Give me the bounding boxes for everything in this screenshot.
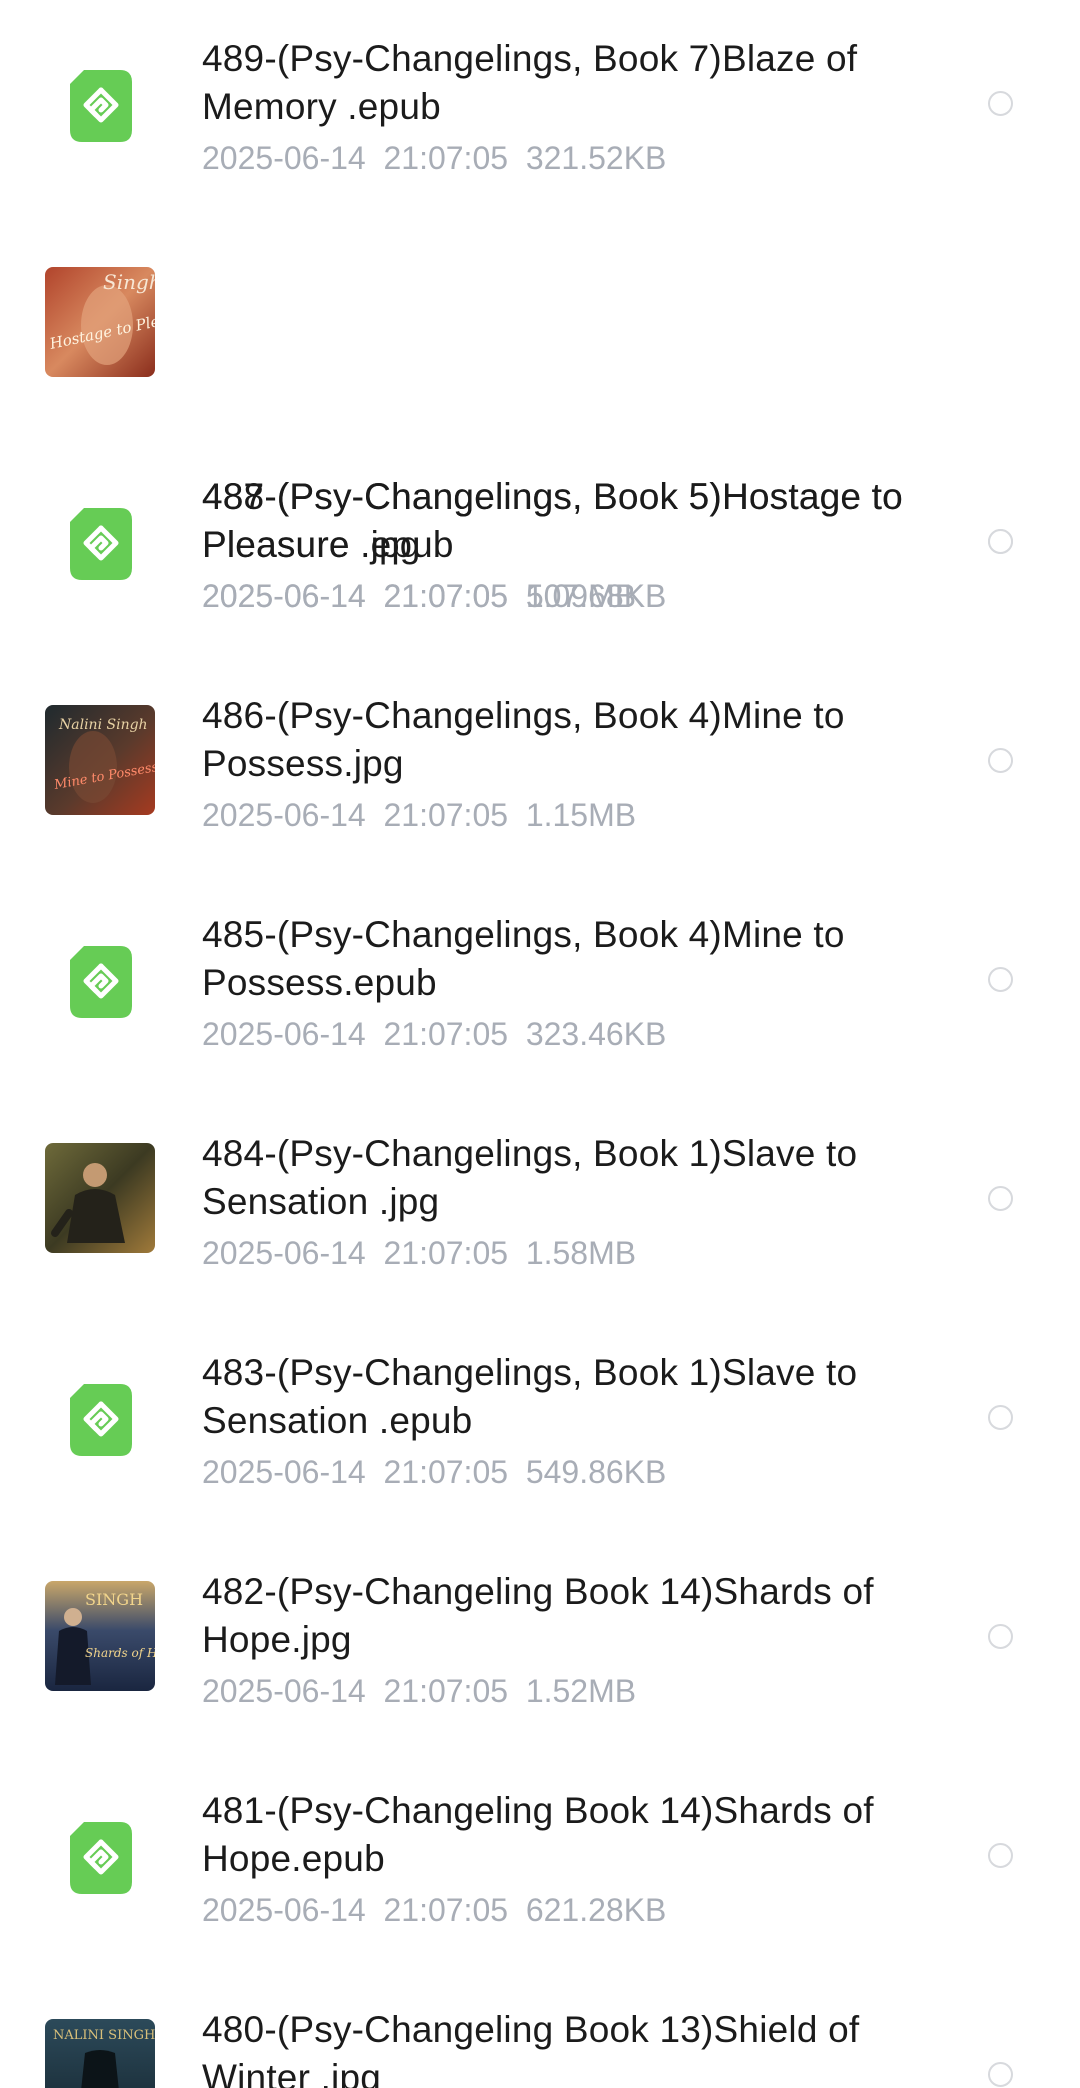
file-row[interactable]: Singh Hostage to Pleasure 488-(Psy-Chang… bbox=[0, 219, 1080, 614]
file-time: 21:07:05 bbox=[383, 1235, 509, 1271]
epub-icon bbox=[70, 70, 132, 142]
file-date: 2025-06-14 bbox=[202, 578, 366, 614]
file-date: 2025-06-14 bbox=[202, 1454, 366, 1490]
cover-author-text: Nalini Singh bbox=[58, 717, 148, 733]
file-time: 21:07:05 bbox=[383, 140, 509, 176]
file-list: 489-(Psy-Changelings, Book 7)Blaze of Me… bbox=[0, 0, 1080, 2088]
file-time: 21:07:05 bbox=[383, 1892, 509, 1928]
file-name: 484-(Psy-Changelings, Book 1)Slave to Se… bbox=[202, 1133, 858, 1222]
file-size: 621.28KB bbox=[525, 1892, 667, 1928]
select-radio[interactable] bbox=[988, 1186, 1013, 1211]
file-name: 482-(Psy-Changeling Book 14)Shards of Ho… bbox=[202, 1571, 874, 1660]
file-row[interactable]: 489-(Psy-Changelings, Book 7)Blaze of Me… bbox=[0, 0, 1080, 219]
file-time: 21:07:05 bbox=[383, 1673, 509, 1709]
file-meta: 2025-06-14 21:07:05 1.52MB bbox=[202, 1671, 636, 1711]
file-time: 21:07:05 bbox=[383, 1016, 509, 1052]
image-thumbnail: Nalini Singh Mine to Possess bbox=[45, 705, 155, 815]
epub-icon bbox=[70, 1822, 132, 1894]
file-size: 507.68KB bbox=[525, 578, 667, 614]
cover-author-text: Singh bbox=[103, 270, 155, 294]
file-meta: 2025-06-14 21:07:05 621.28KB bbox=[202, 1890, 666, 1930]
epub-icon bbox=[70, 508, 132, 580]
image-thumbnail: NALINI SINGH bbox=[45, 2019, 155, 2088]
file-date: 2025-06-14 bbox=[202, 1016, 366, 1052]
select-radio[interactable] bbox=[988, 1624, 1013, 1649]
file-name: 489-(Psy-Changelings, Book 7)Blaze of Me… bbox=[202, 38, 858, 127]
select-radio[interactable] bbox=[988, 529, 1013, 554]
file-meta: 2025-06-14 21:07:05 1.15MB bbox=[202, 795, 636, 835]
file-date: 2025-06-14 bbox=[202, 1673, 366, 1709]
file-size: 321.52KB bbox=[525, 140, 667, 176]
file-row[interactable]: Nalini Singh Mine to Possess 486-(Psy-Ch… bbox=[0, 657, 1080, 876]
select-radio[interactable] bbox=[988, 1843, 1013, 1868]
file-date: 2025-06-14 bbox=[202, 1892, 366, 1928]
file-date: 2025-06-14 bbox=[202, 1235, 366, 1271]
file-size: 323.46KB bbox=[525, 1016, 667, 1052]
file-name: 483-(Psy-Changelings, Book 1)Slave to Se… bbox=[202, 1352, 858, 1441]
file-time: 21:07:05 bbox=[383, 797, 509, 833]
file-date: 2025-06-14 bbox=[202, 797, 366, 833]
file-row[interactable]: 487-(Psy-Changelings, Book 5)Hostage to … bbox=[0, 438, 1080, 657]
select-radio[interactable] bbox=[988, 2062, 1013, 2087]
file-row[interactable]: 481-(Psy-Changeling Book 14)Shards of Ho… bbox=[0, 1752, 1080, 1971]
cover-author-text: SINGH bbox=[85, 1590, 143, 1609]
file-meta: 2025-06-14 21:07:05 549.86KB bbox=[202, 1452, 666, 1492]
cover-author-text: NALINI SINGH bbox=[53, 2028, 155, 2043]
file-meta: 2025-06-14 21:07:05 321.52KB bbox=[202, 138, 666, 178]
image-thumbnail: Singh Hostage to Pleasure bbox=[45, 267, 155, 377]
file-row[interactable]: 483-(Psy-Changelings, Book 1)Slave to Se… bbox=[0, 1314, 1080, 1533]
image-thumbnail: SINGH Shards of Hope bbox=[45, 1581, 155, 1691]
select-radio[interactable] bbox=[988, 748, 1013, 773]
file-time: 21:07:05 bbox=[383, 1454, 509, 1490]
file-name: 487-(Psy-Changelings, Book 5)Hostage to … bbox=[202, 476, 903, 565]
file-name: 486-(Psy-Changelings, Book 4)Mine to Pos… bbox=[202, 695, 845, 784]
file-name: 481-(Psy-Changeling Book 14)Shards of Ho… bbox=[202, 1790, 874, 1879]
file-name: 485-(Psy-Changelings, Book 4)Mine to Pos… bbox=[202, 914, 845, 1003]
cover-title-text: Shards of Hope bbox=[85, 1646, 155, 1660]
file-row[interactable]: NALINI SINGH 480-(Psy-Changeling Book 13… bbox=[0, 1971, 1080, 2088]
file-time: 21:07:05 bbox=[383, 578, 509, 614]
file-meta: 2025-06-14 21:07:05 323.46KB bbox=[202, 1014, 666, 1054]
file-size: 1.15MB bbox=[525, 797, 637, 833]
select-radio[interactable] bbox=[988, 91, 1013, 116]
file-meta: 2025-06-14 21:07:05 507.68KB bbox=[202, 576, 666, 616]
file-size: 549.86KB bbox=[525, 1454, 667, 1490]
file-meta: 2025-06-14 21:07:05 1.58MB bbox=[202, 1233, 636, 1273]
file-name: 480-(Psy-Changeling Book 13)Shield of Wi… bbox=[202, 2009, 860, 2088]
file-size: 1.58MB bbox=[525, 1235, 637, 1271]
epub-icon bbox=[70, 1384, 132, 1456]
file-size: 1.52MB bbox=[525, 1673, 637, 1709]
file-row[interactable]: 485-(Psy-Changelings, Book 4)Mine to Pos… bbox=[0, 876, 1080, 1095]
file-date: 2025-06-14 bbox=[202, 140, 366, 176]
epub-icon bbox=[70, 946, 132, 1018]
file-row[interactable]: SINGH Shards of Hope 482-(Psy-Changeling… bbox=[0, 1533, 1080, 1752]
select-radio[interactable] bbox=[988, 1405, 1013, 1430]
file-row[interactable]: 484-(Psy-Changelings, Book 1)Slave to Se… bbox=[0, 1095, 1080, 1314]
image-thumbnail bbox=[45, 1143, 155, 1253]
select-radio[interactable] bbox=[988, 967, 1013, 992]
